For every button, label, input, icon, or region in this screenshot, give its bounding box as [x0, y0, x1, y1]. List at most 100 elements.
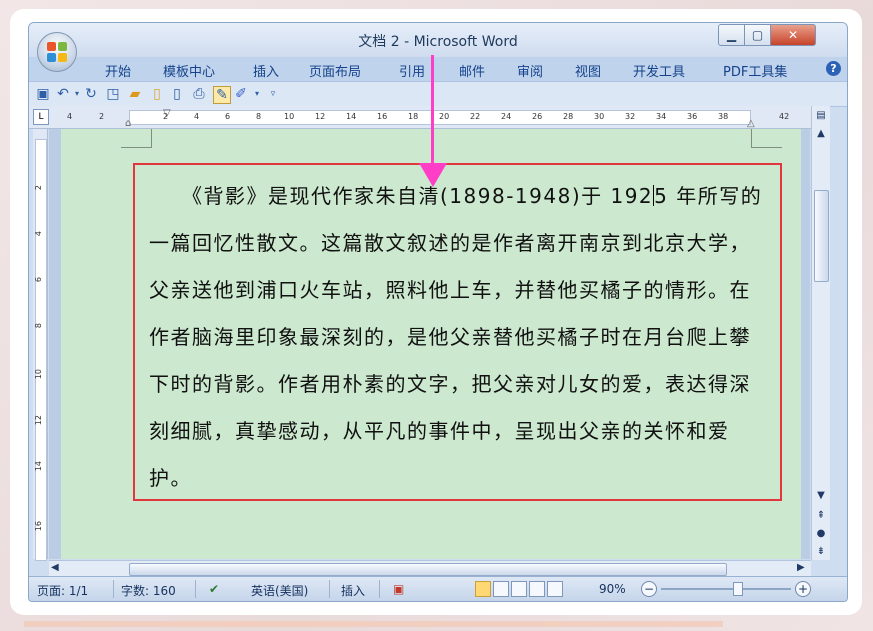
- ruler-toggle-icon[interactable]: ▤: [814, 110, 828, 121]
- zoom-slider-knob[interactable]: [733, 582, 743, 596]
- annotation-arrow-head-icon: [419, 163, 447, 187]
- ruler-tick: 28: [563, 112, 574, 121]
- full-screen-reading-view-button[interactable]: [493, 581, 509, 597]
- tab-developer[interactable]: 开发工具: [633, 61, 685, 80]
- ruler-tick: 4: [67, 112, 73, 121]
- highlight-dropdown-icon[interactable]: ▾: [249, 86, 265, 102]
- redo-icon[interactable]: ↻: [83, 86, 99, 102]
- new-document-icon[interactable]: ▯: [149, 86, 165, 102]
- document-page[interactable]: 《背影》是现代作家朱自清(1898-1948)于 1925 年所写的一篇回忆性散…: [61, 129, 801, 559]
- zoom-in-icon[interactable]: +: [795, 581, 811, 597]
- tab-templates[interactable]: 模板中心: [163, 61, 215, 80]
- margin-corner-mark: [751, 129, 782, 148]
- scroll-up-icon[interactable]: ▲: [814, 128, 828, 139]
- draw-pen-icon[interactable]: ✎: [213, 86, 231, 104]
- ruler-tick: 6: [225, 112, 231, 121]
- print-layout-view-button[interactable]: [475, 581, 491, 597]
- right-indent-marker-icon[interactable]: △: [747, 118, 755, 129]
- highlighted-paragraph-box: 《背影》是现代作家朱自清(1898-1948)于 1925 年所写的一篇回忆性散…: [133, 163, 782, 501]
- customize-toolbar-icon[interactable]: ▿: [265, 86, 281, 102]
- paragraph-indent: [149, 184, 192, 208]
- office-button[interactable]: [37, 32, 77, 72]
- open-folder-icon[interactable]: ▰: [127, 86, 143, 102]
- help-icon[interactable]: ?: [826, 61, 841, 76]
- vruler-tick: 16: [34, 521, 43, 532]
- minimize-button[interactable]: ▁: [718, 24, 745, 46]
- tab-home[interactable]: 开始: [105, 61, 131, 80]
- text-after-caret: 5 年所写的一篇回忆性散文。这篇散文叙述的是作者离开南京到北京大学，父亲送他到浦…: [149, 184, 763, 490]
- select-browse-object-icon[interactable]: ●: [814, 528, 828, 539]
- scroll-right-icon[interactable]: ▶: [797, 562, 805, 573]
- zoom-slider-track[interactable]: [661, 588, 791, 590]
- vruler-tick: 6: [34, 277, 43, 283]
- vruler-tick: 4: [34, 231, 43, 237]
- blank-page-icon[interactable]: ▯: [169, 86, 185, 102]
- horizontal-scrollbar[interactable]: ◀ ▶: [49, 560, 811, 577]
- tab-page-layout[interactable]: 页面布局: [309, 61, 361, 80]
- ruler-tick: 16: [377, 112, 388, 121]
- ruler-tick: 20: [439, 112, 450, 121]
- ruler-tick: 38: [718, 112, 729, 121]
- ruler-tick: 4: [194, 112, 200, 121]
- status-separator: [195, 580, 196, 598]
- ruler-tick: 14: [346, 112, 357, 121]
- ruler-tick: 24: [501, 112, 512, 121]
- background-stripe: [24, 621, 723, 627]
- tab-selector-button[interactable]: L: [33, 109, 49, 125]
- print-preview-icon[interactable]: ◳: [105, 86, 121, 102]
- title-bar: 文档 2 - Microsoft Word ▁ ▢ ✕: [29, 23, 847, 57]
- insert-mode[interactable]: 插入: [341, 582, 365, 599]
- first-line-indent-marker-icon[interactable]: ▽: [163, 108, 171, 119]
- maximize-button[interactable]: ▢: [744, 24, 771, 46]
- macro-record-icon[interactable]: ▣: [393, 582, 404, 596]
- vruler-tick: 12: [34, 415, 43, 426]
- ruler-tick: 36: [687, 112, 698, 121]
- vertical-scroll-thumb[interactable]: [814, 190, 829, 282]
- tab-mailings[interactable]: 邮件: [459, 61, 485, 80]
- status-bar: 页面: 1/1 字数: 160 ✔ 英语(美国) 插入 ▣ 90% − +: [29, 576, 847, 601]
- tab-review[interactable]: 审阅: [517, 61, 543, 80]
- tab-view[interactable]: 视图: [575, 61, 601, 80]
- close-button[interactable]: ✕: [770, 24, 816, 46]
- outline-view-button[interactable]: [529, 581, 545, 597]
- zoom-out-icon[interactable]: −: [641, 581, 657, 597]
- tab-pdf-tools[interactable]: PDF工具集: [723, 61, 787, 80]
- ruler-tick: 2: [99, 112, 105, 121]
- scroll-left-icon[interactable]: ◀: [51, 562, 59, 573]
- status-separator: [329, 580, 330, 598]
- ruler-tick: 42: [779, 112, 790, 121]
- vertical-scrollbar[interactable]: ▤ ▲ ▼ ⇞ ● ⇟: [811, 106, 830, 560]
- proofing-icon[interactable]: ✔: [209, 582, 219, 596]
- vruler-tick: 2: [34, 185, 43, 191]
- ribbon-tabs: 开始 模板中心 插入 页面布局 引用 邮件 审阅 视图 开发工具 PDF工具集 …: [29, 57, 847, 81]
- text-before-caret: 《背影》是现代作家朱自清(1898-1948)于 192: [192, 184, 654, 208]
- save-icon[interactable]: ▣: [35, 86, 51, 102]
- scroll-down-icon[interactable]: ▼: [814, 490, 828, 501]
- left-indent-marker-icon[interactable]: ⌂: [125, 118, 131, 129]
- ruler-tick: 18: [408, 112, 419, 121]
- document-paragraph[interactable]: 《背影》是现代作家朱自清(1898-1948)于 1925 年所写的一篇回忆性散…: [149, 173, 769, 502]
- vruler-tick: 14: [34, 461, 43, 472]
- margin-corner-mark: [121, 129, 152, 148]
- zoom-level[interactable]: 90%: [599, 582, 626, 596]
- annotation-arrow-shaft: [431, 55, 434, 167]
- ruler-tick: 34: [656, 112, 667, 121]
- ruler-tick: 12: [315, 112, 326, 121]
- word-count[interactable]: 字数: 160: [121, 582, 176, 599]
- horizontal-ruler[interactable]: L 4 2 2 4 6 8 10 12 14 16 18 20 22 24 26…: [29, 106, 811, 129]
- horizontal-scroll-thumb[interactable]: [129, 563, 727, 576]
- status-separator: [379, 580, 380, 598]
- highlight-pen-icon[interactable]: ✐: [233, 86, 249, 102]
- tab-references[interactable]: 引用: [399, 61, 425, 80]
- page-count[interactable]: 页面: 1/1: [37, 582, 88, 599]
- printer-icon[interactable]: ⎙: [191, 86, 207, 102]
- next-page-icon[interactable]: ⇟: [814, 546, 828, 557]
- language-indicator[interactable]: 英语(美国): [251, 582, 308, 599]
- previous-page-icon[interactable]: ⇞: [814, 510, 828, 521]
- web-layout-view-button[interactable]: [511, 581, 527, 597]
- ruler-tick: 10: [284, 112, 295, 121]
- draft-view-button[interactable]: [547, 581, 563, 597]
- tab-insert[interactable]: 插入: [253, 61, 279, 80]
- word-window: 文档 2 - Microsoft Word ▁ ▢ ✕ 开始 模板中心 插入 页…: [28, 22, 848, 602]
- ruler-tick: 26: [532, 112, 543, 121]
